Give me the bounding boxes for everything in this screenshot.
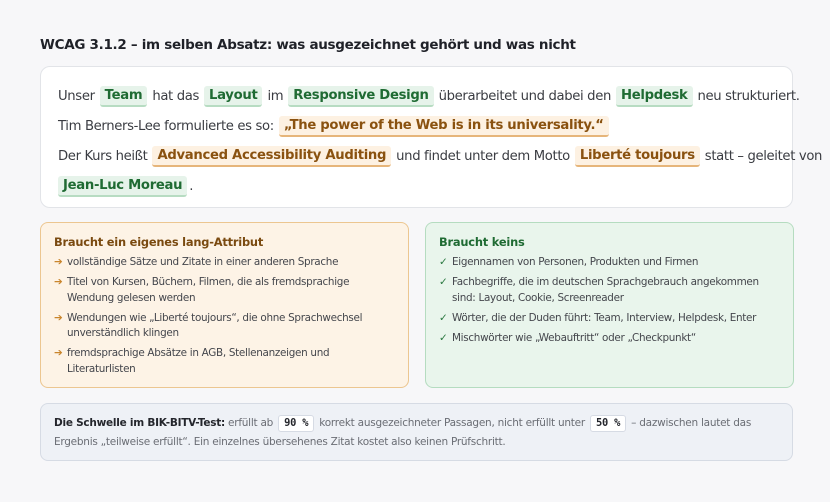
plain-text: statt – geleitet von [704,148,823,164]
threshold-value-fail: 50 % [590,415,627,432]
list-item: ✓ Eigennamen von Personen, Produkten und … [439,255,780,271]
no-lang-card: Braucht keins ✓ Eigennamen von Personen, … [425,222,794,388]
list-item-text: fremdsprachige Absätze in AGB, Stellenan… [67,347,330,375]
list-item: ✓ Wörter, die der Duden führt: Team, Inte… [439,311,780,327]
plain-text: und findet unter dem Motto [396,148,570,164]
tag-no-lang-helpdesk: Helpdesk [615,85,693,107]
no-lang-list: ✓ Eigennamen von Personen, Produkten und … [439,255,780,346]
plain-text: Unser [58,88,95,104]
list-item-text: Wörter, die der Duden führt: Team, Inter… [452,311,757,324]
tag-lang-quote: „The power of the Web is in its universa… [278,115,609,137]
tag-no-lang-team: Team [99,85,148,107]
list-item: ➔ vollständige Sätze und Zitate in einer … [54,255,395,271]
check-icon: ✓ [439,311,448,324]
list-item-text: Titel von Kursen, Büchern, Filmen, die a… [67,276,350,304]
arrow-icon: ➔ [54,276,63,288]
page-title: WCAG 3.1.2 – im selben Absatz: was ausge… [40,37,576,53]
arrow-icon: ➔ [54,256,63,268]
example-line-1: Unser Team hat das Layout im Responsive … [58,81,800,111]
list-item-text: Fachbegriffe, die im deutschen Sprachgeb… [452,276,759,304]
list-item: ✓ Mischwörter wie „Webauftritt“ oder „Che… [439,331,780,347]
threshold-note: Die Schwelle im BIK-BITV-Test: erfüllt a… [40,403,793,461]
needs-lang-heading: Braucht ein eigenes lang-Attribut [54,235,264,249]
example-paragraph-card: Unser Team hat das Layout im Responsive … [40,66,822,208]
tag-no-lang-person-name: Jean-Luc Moreau [58,175,188,197]
plain-text: . [189,178,194,194]
needs-lang-card: Braucht ein eigenes lang-Attribut ➔ volls… [40,222,409,388]
list-item-text: vollständige Sätze und Zitate in einer a… [67,256,339,268]
list-item: ➔ fremdsprachige Absätze in AGB, Stellena… [54,346,395,377]
list-item-text: Wendungen wie „Liberté toujours“, die oh… [67,311,363,340]
plain-text: hat das [152,88,199,104]
no-lang-heading: Braucht keins [439,235,525,249]
list-item: ✓ Fachbegriffe, die im deutschen Sprachge… [439,275,780,306]
example-line-4: Jean-Luc Moreau . [58,171,775,201]
list-item-text: Eigennamen von Personen, Produkten und F… [452,256,699,268]
arrow-icon: ➔ [54,311,63,324]
threshold-text: korrekt ausgezeichneter Passagen, nicht … [319,417,585,429]
threshold-value-pass: 90 % [278,415,315,432]
check-icon: ✓ [439,331,448,344]
tag-lang-course-title: Advanced Accessibility Auditing [152,145,392,167]
plain-text: Der Kurs heißt [58,148,148,164]
list-item-text: Mischwörter wie „Webauftritt“ oder „Chec… [452,331,696,344]
check-icon: ✓ [439,256,448,268]
list-item: ➔ Titel von Kursen, Büchern, Filmen, die … [54,275,395,306]
threshold-label: Die Schwelle im BIK-BITV-Test: [54,417,225,429]
example-line-2: Tim Berners-Lee formulierte es so: „The … [58,111,775,141]
tag-lang-motto: Liberté toujours [574,145,700,167]
threshold-text: erfüllt ab [228,417,274,429]
list-item: ➔ Wendungen wie „Liberté toujours“, die o… [54,311,395,342]
plain-text: überarbeitet und dabei den [438,88,612,104]
plain-text: im [267,88,284,104]
tag-no-lang-layout: Layout [204,85,263,107]
arrow-icon: ➔ [54,347,63,359]
example-line-3: Der Kurs heißt Advanced Accessibility Au… [58,141,822,171]
tag-no-lang-responsive-design: Responsive Design [288,85,434,107]
needs-lang-list: ➔ vollständige Sätze und Zitate in einer … [54,255,395,377]
plain-text: Tim Berners-Lee formulierte es so: [58,118,274,134]
plain-text: neu strukturiert. [697,88,800,104]
check-icon: ✓ [439,276,448,288]
